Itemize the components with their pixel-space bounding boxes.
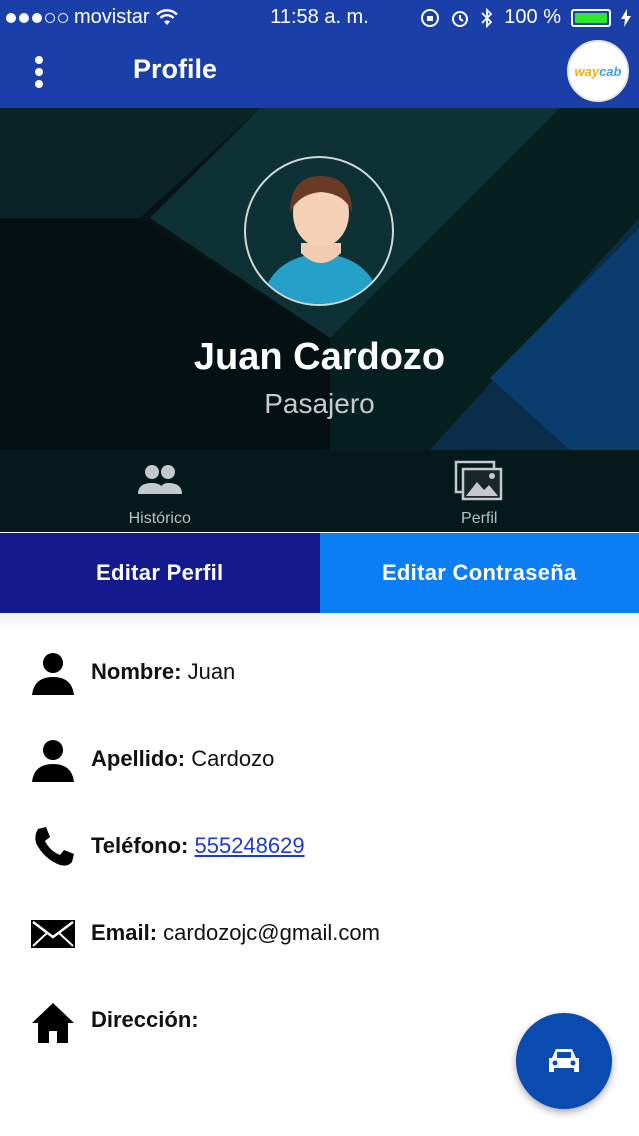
page-title: Profile — [133, 54, 218, 84]
user-avatar-icon — [261, 176, 381, 304]
envelope-icon — [31, 920, 75, 948]
tab-historico-label: Histórico — [128, 510, 191, 527]
request-ride-button[interactable] — [516, 1013, 612, 1109]
logo-text: way — [574, 63, 600, 79]
edit-actions: Editar Perfil Editar Contraseña — [0, 533, 639, 613]
info-address-text: Dirección: — [91, 1007, 199, 1033]
photos-icon — [455, 460, 503, 501]
address-label: Dirección: — [91, 1007, 199, 1032]
logo-text-2: cab — [599, 63, 622, 79]
info-phone-text: Teléfono: 555248629 — [91, 833, 305, 859]
profile-header: Juan Cardozo Pasajero — [0, 108, 639, 450]
phone-icon — [35, 827, 74, 866]
charging-icon — [621, 8, 631, 27]
info-surname: Apellido: Cardozo — [0, 730, 639, 790]
avatar[interactable] — [244, 156, 394, 306]
tab-perfil-label: Perfil — [461, 510, 498, 527]
app-logo: way cab — [567, 40, 629, 102]
email-label: Email: — [91, 920, 158, 945]
alarm-icon — [452, 10, 469, 27]
battery-icon — [571, 8, 611, 27]
bluetooth-icon — [481, 7, 493, 28]
name-label: Nombre: — [91, 659, 182, 684]
phone-link[interactable]: 555248629 — [194, 833, 304, 858]
profile-name: Juan Cardozo — [193, 336, 446, 378]
surname-label: Apellido: — [91, 746, 186, 771]
status-bar: movistar 11:58 a. m. 100 % — [0, 0, 639, 36]
edit-password-button[interactable]: Editar Contraseña — [319, 533, 639, 613]
person-icon — [32, 653, 74, 695]
app-bar: Profile way cab — [0, 36, 639, 108]
status-right: 100 % — [420, 6, 631, 29]
surname-value: Cardozo — [191, 746, 275, 771]
home-icon — [32, 1003, 74, 1043]
divider — [0, 613, 639, 631]
car-icon — [549, 1049, 579, 1072]
tab-historico[interactable]: Histórico — [0, 450, 320, 532]
info-name-text: Nombre: Juan — [91, 659, 235, 685]
profile-role: Pasajero — [264, 388, 375, 419]
tab-perfil[interactable]: Perfil — [320, 450, 639, 532]
info-surname-text: Apellido: Cardozo — [91, 746, 274, 772]
group-icon — [137, 465, 182, 494]
rotation-lock-icon — [421, 8, 440, 27]
edit-profile-button[interactable]: Editar Perfil — [0, 533, 320, 613]
info-email-text: Email: cardozojc@gmail.com — [91, 920, 380, 946]
info-email: Email: cardozojc@gmail.com — [0, 904, 639, 964]
phone-label: Teléfono: — [91, 833, 189, 858]
battery-percent: 100 % — [504, 6, 561, 28]
info-phone: Teléfono: 555248629 — [0, 817, 639, 877]
info-name: Nombre: Juan — [0, 643, 639, 703]
profile-tabs: Histórico Perfil — [0, 450, 639, 532]
name-value: Juan — [187, 659, 236, 684]
battery-level — [575, 12, 607, 23]
person-icon — [32, 740, 74, 782]
more-vert-icon[interactable] — [24, 56, 54, 90]
email-value: cardozojc@gmail.com — [163, 920, 380, 945]
